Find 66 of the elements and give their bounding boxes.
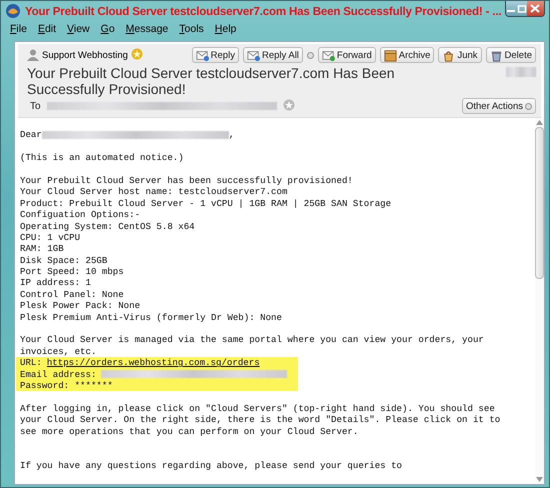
- menu-item[interactable]: Go: [100, 23, 115, 39]
- body-text-line: CPU: 1 vCPU: [20, 232, 82, 244]
- redacted-date: [506, 67, 536, 77]
- body-text-line: Product: Prebuilt Cloud Server - 1 vCPU | 1GB RAM | 25GB SAN Storage: [20, 198, 392, 210]
- maximize-button[interactable]: [516, 1, 527, 16]
- to-label: To: [30, 100, 41, 112]
- toolbar-button[interactable]: Forward: [318, 47, 376, 63]
- scroll-down-icon[interactable]: [536, 477, 543, 482]
- body-text-line: your Cloud Server. On the right side, there is the word "Details". Please click on it to: [20, 414, 502, 426]
- envelope-icon: [246, 48, 260, 62]
- greeting-text: Dear: [20, 129, 42, 140]
- body-text-line: Disk Space: 25GB: [20, 254, 108, 266]
- body-text-line: Your Cloud Server host name: testcloudserver7.com: [20, 186, 288, 198]
- body-text-line: Operating System: CentOS 5.8 x64: [20, 220, 196, 232]
- menu-item[interactable]: Tools: [179, 23, 204, 39]
- body-text-line: see more operations that you can perform on your Cloud Server.: [20, 426, 360, 437]
- sender-name[interactable]: Support Webhosting: [42, 50, 128, 60]
- scrollbar-thumb[interactable]: [535, 127, 544, 279]
- body-text-line: Configuation Options:-: [20, 209, 142, 221]
- message-subject: Your Prebuilt Cloud Server testcloudserver7.com Has Been Successfully Provisioned!: [27, 65, 396, 97]
- maximize-icon: [516, 4, 527, 12]
- other-actions-button[interactable]: Other Actions: [462, 98, 536, 114]
- close-icon: [530, 4, 540, 13]
- body-text-line: After logging in, please click on "Cloud Servers" (top-right hand side). You should see: [20, 402, 496, 414]
- menu-item[interactable]: View: [67, 23, 90, 39]
- dropdown-icon: [525, 102, 532, 110]
- scroll-up-icon[interactable]: [536, 120, 543, 125]
- envelope-icon: [322, 48, 335, 62]
- box-icon: [384, 48, 397, 62]
- body-text-line: IP address: 1: [20, 277, 92, 289]
- menu-item[interactable]: Message: [126, 23, 168, 39]
- body-text-line: Control Panel: None: [20, 288, 125, 300]
- body-text-line: RAM: 1GB: [20, 243, 65, 255]
- scrollbar[interactable]: [535, 118, 544, 484]
- body-text-line: Password: *******: [20, 380, 114, 392]
- body-text-line: Plesk Power Pack: None: [20, 300, 142, 312]
- bag-icon: [442, 48, 456, 62]
- body-text-line: invoices, etc.: [20, 346, 98, 358]
- menu-item[interactable]: Edit: [38, 23, 56, 39]
- body-text-line: (This is an automated notice.): [20, 152, 185, 164]
- body-text-line: Port Speed: 10 mbps: [20, 266, 125, 278]
- body-text-line: If you have any questions regarding above, please send your queries to: [20, 460, 403, 472]
- toolbar-button[interactable]: Delete: [486, 47, 536, 63]
- dropdown-icon[interactable]: [306, 52, 314, 58]
- toolbar-button[interactable]: Reply All: [242, 47, 303, 63]
- email-label: Email address:: [20, 368, 96, 380]
- url-label: URL:: [20, 357, 42, 368]
- menu-item[interactable]: File: [10, 23, 27, 39]
- body-text-line: Your Prebuilt Cloud Server has been successfully provisioned!: [20, 174, 354, 186]
- trash-icon: [490, 48, 503, 62]
- minimize-button[interactable]: [506, 1, 516, 16]
- menu-item[interactable]: Help: [214, 23, 236, 39]
- envelope-icon: [196, 48, 209, 62]
- body-text-line: Your Cloud Server is managed via the same portal where you can view your orders, your: [20, 334, 485, 346]
- person-icon: [27, 49, 39, 61]
- toolbar-button[interactable]: Reply: [192, 47, 239, 63]
- toolbar-button[interactable]: Archive: [380, 47, 434, 63]
- app-icon: [5, 3, 21, 19]
- url-link[interactable]: https://orders.webhosting.com.sg/orders: [46, 357, 260, 368]
- star-icon[interactable]: [282, 98, 295, 110]
- toolbar-button[interactable]: Junk: [438, 47, 482, 63]
- window-title: Your Prebuilt Cloud Server testcloudserver7.com Has Been Successfully Provisioned! - ...: [25, 4, 502, 18]
- body-text-line: Plesk Premium Anti-Virus (formerly Dr Web): None: [20, 312, 283, 324]
- star-icon[interactable]: [130, 48, 143, 60]
- comma-text: ,: [228, 129, 234, 140]
- close-button[interactable]: [526, 1, 544, 16]
